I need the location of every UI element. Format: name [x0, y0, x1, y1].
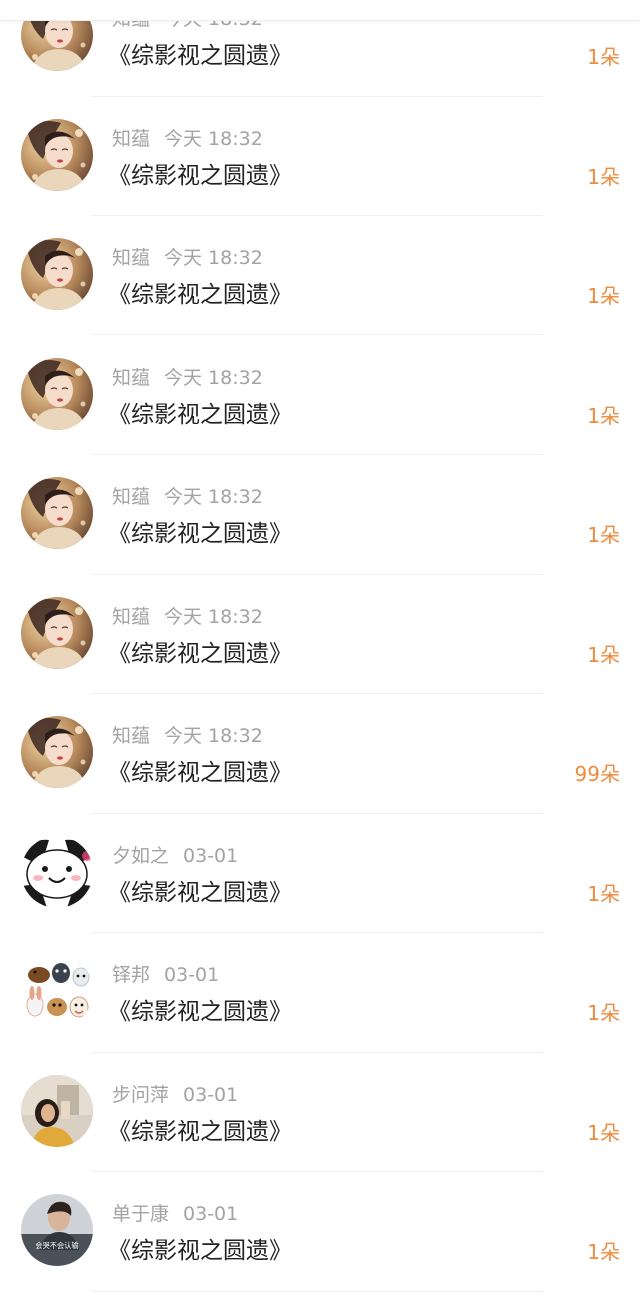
- list-item[interactable]: 知蕴 今天 18:32 《综影视之圆遗》 99朵: [0, 695, 640, 814]
- item-date: 03-01: [183, 845, 239, 867]
- item-meta: 铎邦 03-01: [112, 960, 220, 986]
- item-date: 03-01: [183, 1203, 239, 1225]
- avatar[interactable]: [21, 238, 93, 310]
- item-title[interactable]: 《综影视之圆遗》: [108, 156, 292, 189]
- user-name[interactable]: 知蕴: [112, 367, 150, 389]
- flower-count: 99朵: [574, 762, 620, 786]
- divider: [91, 1291, 543, 1292]
- list-item[interactable]: 步问萍 03-01 《综影视之圆遗》 1朵: [0, 1054, 640, 1173]
- divider: [91, 96, 543, 97]
- flower-count: 1朵: [587, 643, 620, 667]
- divider: [91, 574, 543, 575]
- flower-count: 1朵: [587, 284, 620, 308]
- avatar[interactable]: [21, 1075, 93, 1147]
- pets-sticker-icon: [21, 955, 93, 1027]
- avatar-caption: 会哭不会认输: [35, 1241, 78, 1250]
- user-name[interactable]: 知蕴: [112, 725, 150, 747]
- user-name[interactable]: 步问萍: [112, 1084, 169, 1106]
- flower-count: 1朵: [587, 1240, 620, 1264]
- divider: [91, 334, 543, 335]
- item-meta: 知蕴今天 18:32: [112, 363, 263, 389]
- item-title[interactable]: 《综影视之圆遗》: [108, 514, 292, 547]
- item-date: 03-01: [183, 1084, 239, 1106]
- list-item[interactable]: 知蕴今天 18:32 《综影视之圆遗》 1朵: [0, 576, 640, 695]
- avatar[interactable]: [21, 119, 93, 191]
- flower-count: 1朵: [587, 523, 620, 547]
- flower-count: 1朵: [587, 882, 620, 906]
- list-item[interactable]: 知蕴今天 18:32 《综影视之圆遗》 1朵: [0, 217, 640, 336]
- man-photo-icon: 会哭不会认输: [21, 1194, 93, 1266]
- list-item[interactable]: 铎邦 03-01 《综影视之圆遗》 1朵: [0, 934, 640, 1053]
- top-bar: [0, 0, 640, 21]
- item-title[interactable]: 《综影视之圆遗》: [108, 275, 292, 308]
- flower-count: 1朵: [587, 1001, 620, 1025]
- list-item[interactable]: 知蕴今天 18:32 《综影视之圆遗》 1朵: [0, 456, 640, 575]
- item-meta: 夕如之 03-01: [112, 841, 239, 867]
- user-name[interactable]: 单于康: [112, 1203, 169, 1225]
- girl-portrait-icon: [21, 477, 93, 549]
- avatar[interactable]: [21, 716, 93, 788]
- item-title[interactable]: 《综影视之圆遗》: [108, 36, 292, 69]
- divider: [91, 1052, 543, 1053]
- item-title[interactable]: 《综影视之圆遗》: [108, 634, 292, 667]
- girl-portrait-icon: [21, 716, 93, 788]
- list-item[interactable]: 知蕴今天 18:32 《综影视之圆遗》 1朵: [0, 337, 640, 456]
- avatar[interactable]: [21, 955, 93, 1027]
- item-meta: 知蕴今天 18:32: [112, 124, 263, 150]
- item-title[interactable]: 《综影视之圆遗》: [108, 873, 292, 906]
- flower-count: 1朵: [587, 165, 620, 189]
- item-date: 今天 18:32: [164, 128, 263, 150]
- avatar[interactable]: [21, 477, 93, 549]
- selfie-photo-icon: [21, 1075, 93, 1147]
- item-meta: 步问萍 03-01: [112, 1080, 239, 1106]
- item-meta: 单于康 03-01: [112, 1199, 239, 1225]
- item-date: 今天 18:32: [164, 247, 263, 269]
- item-title[interactable]: 《综影视之圆遗》: [108, 753, 292, 786]
- item-title[interactable]: 《综影视之圆遗》: [108, 992, 292, 1025]
- user-name[interactable]: 铎邦: [112, 964, 150, 986]
- user-name[interactable]: 夕如之: [112, 845, 169, 867]
- avatar[interactable]: [21, 358, 93, 430]
- user-name[interactable]: 知蕴: [112, 128, 150, 150]
- user-name[interactable]: 知蕴: [112, 247, 150, 269]
- flower-count: 1朵: [587, 1121, 620, 1145]
- avatar[interactable]: 会哭不会认输: [21, 1194, 93, 1266]
- divider: [91, 932, 543, 933]
- girl-portrait-icon: [21, 358, 93, 430]
- item-meta: 知蕴今天 18:32: [112, 721, 263, 747]
- flower-count: 1朵: [587, 45, 620, 69]
- item-date: 03-01: [164, 964, 220, 986]
- divider: [91, 813, 543, 814]
- list-item[interactable]: 夕如之 03-01 《综影视之圆遗》 1朵: [0, 815, 640, 934]
- list-item[interactable]: 知蕴今天 18:32 《综影视之圆遗》 1朵: [0, 98, 640, 217]
- avatar[interactable]: [21, 597, 93, 669]
- user-name[interactable]: 知蕴: [112, 486, 150, 508]
- avatar[interactable]: [21, 836, 93, 908]
- item-meta: 知蕴今天 18:32: [112, 482, 263, 508]
- item-title[interactable]: 《综影视之圆遗》: [108, 1231, 292, 1264]
- divider: [91, 215, 543, 216]
- item-title[interactable]: 《综影视之圆遗》: [108, 395, 292, 428]
- divider: [91, 1171, 543, 1172]
- divider: [91, 454, 543, 455]
- girl-portrait-icon: [21, 119, 93, 191]
- flower-count: 1朵: [587, 404, 620, 428]
- item-date: 今天 18:32: [164, 486, 263, 508]
- panda-face-icon: [21, 836, 93, 908]
- list-item[interactable]: 会哭不会认输 单于康 03-01 《综影视之圆遗》 1朵: [0, 1173, 640, 1292]
- girl-portrait-icon: [21, 597, 93, 669]
- divider: [91, 693, 543, 694]
- item-meta: 知蕴今天 18:32: [112, 602, 263, 628]
- user-name[interactable]: 知蕴: [112, 606, 150, 628]
- item-date: 今天 18:32: [164, 606, 263, 628]
- item-meta: 知蕴今天 18:32: [112, 243, 263, 269]
- girl-portrait-icon: [21, 238, 93, 310]
- item-date: 今天 18:32: [164, 725, 263, 747]
- item-title[interactable]: 《综影视之圆遗》: [108, 1112, 292, 1145]
- item-date: 今天 18:32: [164, 367, 263, 389]
